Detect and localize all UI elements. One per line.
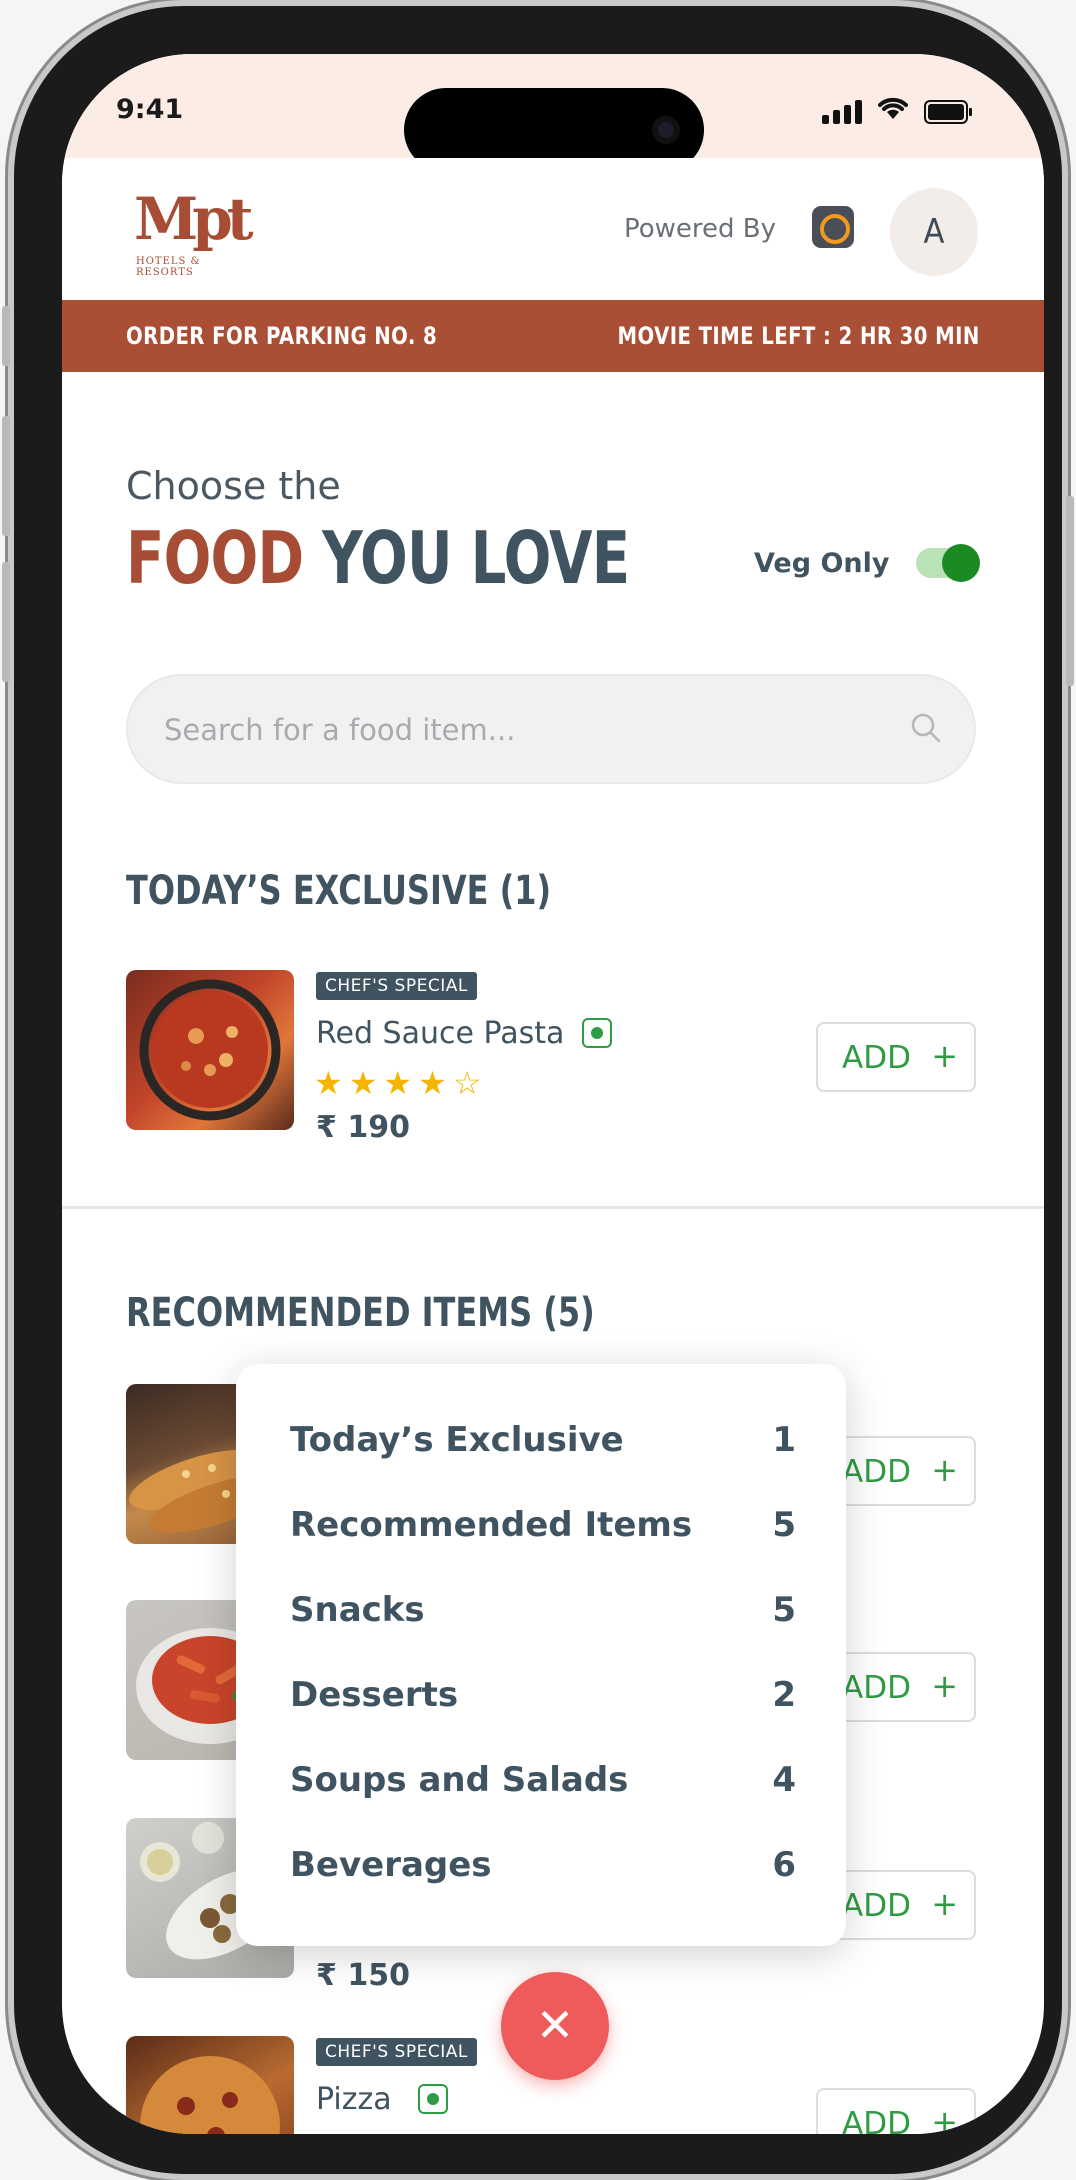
camera-icon bbox=[652, 116, 680, 144]
add-button[interactable]: ADD + bbox=[816, 1022, 976, 1092]
menu-item-label: Today’s Exclusive bbox=[290, 1420, 624, 1460]
phone-frame: 9:41 Mpt HOTELS & RESORTS Powered By A O… bbox=[2, 6, 1074, 2174]
parking-info: ORDER FOR PARKING NO. 8 bbox=[126, 322, 438, 350]
menu-item-label: Soups and Salads bbox=[290, 1760, 629, 1800]
veg-icon bbox=[582, 1018, 612, 1048]
menu-item-recommended-items[interactable]: Recommended Items 5 bbox=[290, 1505, 796, 1569]
item-price: ₹ 150 bbox=[316, 1958, 410, 1993]
hero-subtitle: Choose the bbox=[126, 464, 341, 508]
item-name: Red Sauce Pasta bbox=[316, 1016, 565, 1051]
brand-logo[interactable]: Mpt HOTELS & RESORTS bbox=[134, 185, 254, 278]
item-name: Pizza bbox=[316, 2082, 392, 2117]
add-label: ADD bbox=[842, 1040, 911, 1076]
section-title-exclusive: TODAY’S EXCLUSIVE (1) bbox=[126, 868, 552, 914]
category-menu: Today’s Exclusive 1 Recommended Items 5 … bbox=[236, 1364, 846, 1946]
menu-item-count: 1 bbox=[772, 1420, 796, 1460]
add-button[interactable]: ADD + bbox=[816, 2088, 976, 2134]
veg-only-toggle[interactable] bbox=[916, 544, 980, 582]
menu-item-count: 5 bbox=[772, 1505, 796, 1545]
menu-item-desserts[interactable]: Desserts 2 bbox=[290, 1675, 796, 1739]
menu-item-beverages[interactable]: Beverages 6 bbox=[290, 1845, 796, 1909]
menu-item-label: Beverages bbox=[290, 1845, 492, 1885]
order-info-bar: ORDER FOR PARKING NO. 8 MOVIE TIME LEFT … bbox=[62, 300, 1044, 372]
movie-time-left: MOVIE TIME LEFT : 2 HR 30 MIN bbox=[617, 322, 980, 350]
list-item[interactable]: CHEF'S SPECIAL Red Sauce Pasta ★★★★☆ ₹ 1… bbox=[126, 970, 976, 1145]
veg-icon bbox=[418, 2084, 448, 2114]
plus-icon: + bbox=[931, 2103, 958, 2134]
menu-item-count: 2 bbox=[772, 1675, 796, 1715]
app-screen: 9:41 Mpt HOTELS & RESORTS Powered By A O… bbox=[62, 54, 1044, 2134]
hero-title: FOOD YOU LOVE bbox=[126, 516, 630, 600]
power-button bbox=[1066, 496, 1074, 686]
battery-icon bbox=[924, 100, 972, 124]
menu-item-count: 5 bbox=[772, 1590, 796, 1630]
close-menu-button[interactable]: ✕ bbox=[501, 1972, 609, 2080]
plus-icon: + bbox=[931, 1451, 958, 1489]
search-bar bbox=[126, 674, 976, 784]
hero-title-accent: FOOD bbox=[126, 516, 304, 600]
powered-by-label: Powered By bbox=[624, 214, 777, 244]
item-price: ₹ 190 bbox=[316, 1110, 410, 1145]
menu-item-count: 4 bbox=[772, 1760, 796, 1800]
hero-title-rest: YOU LOVE bbox=[322, 516, 630, 600]
avatar[interactable]: A bbox=[890, 188, 978, 276]
section-title-recommended: RECOMMENDED ITEMS (5) bbox=[126, 1290, 595, 1336]
plus-icon: + bbox=[931, 1037, 958, 1075]
app-header: Mpt HOTELS & RESORTS Powered By A bbox=[62, 158, 1044, 300]
status-bar: 9:41 bbox=[62, 54, 1044, 172]
search-icon[interactable] bbox=[910, 712, 942, 744]
logo-subtext: HOTELS & RESORTS bbox=[136, 256, 201, 278]
pizza-image bbox=[126, 2036, 294, 2134]
volume-down-button bbox=[2, 562, 10, 682]
menu-item-todays-exclusive[interactable]: Today’s Exclusive 1 bbox=[290, 1420, 796, 1484]
menu-item-label: Snacks bbox=[290, 1590, 425, 1630]
add-label: ADD bbox=[842, 1454, 911, 1490]
menu-item-count: 6 bbox=[772, 1845, 796, 1885]
add-label: ADD bbox=[842, 1888, 911, 1924]
plus-icon: + bbox=[931, 1667, 958, 1705]
close-icon: ✕ bbox=[535, 1998, 575, 2052]
menu-item-label: Recommended Items bbox=[290, 1505, 693, 1545]
search-input[interactable] bbox=[162, 706, 866, 754]
add-label: ADD bbox=[842, 2106, 911, 2134]
wifi-icon bbox=[876, 94, 910, 129]
rating-stars: ★★★★☆ bbox=[314, 1064, 488, 1102]
menu-item-label: Desserts bbox=[290, 1675, 459, 1715]
menu-item-snacks[interactable]: Snacks 5 bbox=[290, 1590, 796, 1654]
partner-logo-icon bbox=[812, 206, 854, 248]
chef-special-badge: CHEF'S SPECIAL bbox=[316, 2038, 477, 2066]
plus-icon: + bbox=[931, 1885, 958, 1923]
toggle-knob bbox=[942, 544, 980, 582]
signal-icon bbox=[822, 98, 864, 124]
mute-switch bbox=[2, 306, 10, 366]
status-time: 9:41 bbox=[116, 94, 184, 125]
section-divider bbox=[62, 1206, 1044, 1209]
veg-only-label: Veg Only bbox=[754, 548, 890, 579]
menu-item-soups-and-salads[interactable]: Soups and Salads 4 bbox=[290, 1760, 796, 1824]
add-label: ADD bbox=[842, 1670, 911, 1706]
chef-special-badge: CHEF'S SPECIAL bbox=[316, 972, 477, 1000]
logo-mark: Mpt bbox=[134, 185, 254, 253]
volume-up-button bbox=[2, 416, 10, 536]
pasta-image bbox=[126, 970, 294, 1130]
